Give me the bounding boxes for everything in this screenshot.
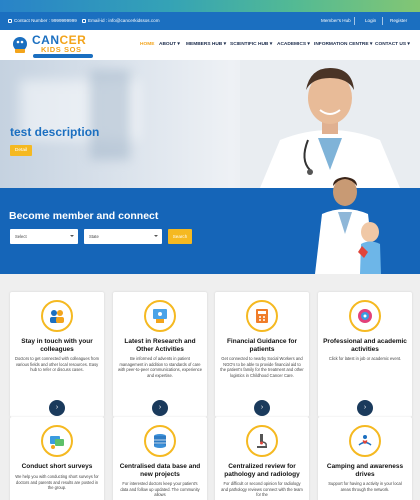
database-icon (144, 425, 176, 457)
nav-scientific-hub[interactable]: SCIENTIFIC HUB ▾ (230, 42, 272, 47)
feature-description: Get connected to nearby Social Workers a… (220, 356, 304, 378)
feature-title: Financial Guidance for patients (226, 338, 298, 353)
survey-icon (41, 425, 73, 457)
logo-mascot-icon (13, 37, 27, 53)
member-title: Become member and connect (9, 210, 159, 222)
features-section: Stay in touch with your colleagues Docto… (0, 274, 420, 500)
hero-slider: test description Detail (0, 60, 420, 188)
feature-card[interactable]: Camping and awareness drives Support for… (318, 417, 412, 500)
awareness-icon (349, 425, 381, 457)
chevron-right-icon[interactable]: › (254, 400, 270, 416)
feature-title: Centralized review for pathology and rad… (224, 463, 300, 478)
logo[interactable]: CANCER KIDS SOS (10, 32, 95, 59)
feature-description: Doctors to get connected with colleagues… (15, 356, 99, 373)
feature-title: Centralised data base and new projects (119, 463, 201, 478)
register-link[interactable]: Register (390, 18, 407, 23)
top-decoration (0, 0, 420, 12)
members-hub-link[interactable]: Member's Hub (321, 18, 351, 23)
chevron-down-icon (154, 235, 158, 237)
feature-title: Stay in touch with your colleagues (21, 338, 93, 353)
nav-about[interactable]: ABOUT ▾ (159, 42, 180, 47)
feature-card[interactable]: Stay in touch with your colleagues Docto… (10, 292, 104, 417)
nav-academics[interactable]: ACADEMICS ▾ (277, 42, 310, 47)
feature-title: Camping and awareness drives (326, 463, 404, 478)
slider-indicators[interactable] (196, 180, 220, 188)
feature-card[interactable]: Latest in Research and Other Activities … (113, 292, 207, 417)
nav-members-hub[interactable]: MEMBERS HUB ▾ (186, 42, 226, 47)
mail-icon (82, 18, 86, 23)
member-connect-section: Become member and connect Select State S… (0, 177, 420, 274)
colleagues-icon (41, 300, 73, 332)
feature-card[interactable]: Centralized review for pathology and rad… (215, 417, 309, 500)
hero-detail-button[interactable]: Detail (10, 145, 32, 156)
research-icon (144, 300, 176, 332)
feature-title: Conduct short surveys (21, 463, 93, 470)
contact-email[interactable]: Email-id : info@cancerkidssos.com (82, 18, 160, 23)
logo-underline (33, 54, 93, 58)
feature-card[interactable]: Centralised data base and new projects F… (113, 417, 207, 500)
header: CANCER KIDS SOS HOME ABOUT ▾ MEMBERS HUB… (0, 30, 420, 60)
chevron-right-icon[interactable]: › (152, 400, 168, 416)
divider (382, 17, 383, 25)
academic-icon (349, 300, 381, 332)
microscope-icon (246, 425, 278, 457)
chevron-right-icon[interactable]: › (49, 400, 65, 416)
chevron-down-icon (70, 235, 74, 237)
feature-card[interactable]: Conduct short surveys We help you with c… (10, 417, 104, 500)
feature-card[interactable]: Financial Guidance for patients Get conn… (215, 292, 309, 417)
feature-description: For difficult or second opinion for radi… (221, 481, 303, 498)
feature-title: Latest in Research and Other Activities (124, 338, 196, 353)
category-select[interactable]: Select (10, 229, 78, 244)
chevron-right-icon[interactable]: › (357, 400, 373, 416)
nav-information-centre[interactable]: INFORMATION CENTRE ▾ (314, 42, 372, 47)
phone-icon (8, 18, 12, 23)
nav-home[interactable]: HOME (140, 42, 154, 47)
feature-card[interactable]: Professional and academic activities Cli… (318, 292, 412, 417)
hero-title: test description (10, 125, 100, 139)
doctor-photo (240, 60, 420, 188)
finance-icon (246, 300, 278, 332)
contact-number: Contact Number : 9999999999 (8, 18, 77, 23)
login-link[interactable]: Login (365, 18, 376, 23)
feature-description: We help you with conducting short survey… (15, 474, 99, 491)
logo-text-kids: KIDS SOS (41, 45, 82, 54)
doctor-child-photo (315, 177, 381, 274)
search-button[interactable]: Search (168, 229, 192, 244)
feature-description: Support for having a activity in your lo… (328, 481, 402, 492)
divider (354, 17, 355, 25)
feature-description: Click for latest in job or academic even… (328, 356, 402, 361)
feature-description: For interested doctors keep your patient… (120, 481, 200, 498)
feature-description: Be informed of advents in patient manage… (118, 356, 202, 378)
nav-contact-us[interactable]: CONTACT US ▾ (375, 42, 410, 47)
feature-title: Professional and academic activities (323, 338, 407, 353)
hero-background (90, 70, 130, 160)
state-select[interactable]: State (84, 229, 162, 244)
